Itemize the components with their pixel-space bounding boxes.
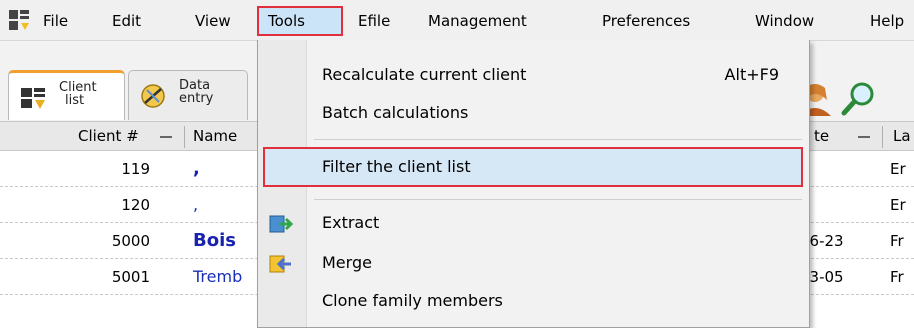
cell-name: Tremb — [193, 267, 243, 286]
menu-help[interactable]: Help — [870, 11, 904, 31]
cell-lang: Fr — [890, 268, 904, 286]
cell-name: , — [193, 195, 199, 214]
menu-item-label: Filter the client list — [322, 157, 471, 176]
cell-name: Bois — [193, 230, 236, 251]
menu-window[interactable]: Window — [755, 11, 814, 31]
cell-lang: Fr — [890, 232, 904, 250]
cell-client-num: 5000 — [111, 232, 150, 250]
menu-item-label: Recalculate current client — [322, 65, 527, 84]
menu-item-merge[interactable]: Merge — [258, 246, 809, 280]
menu-file[interactable]: File — [43, 11, 68, 31]
tab-data-entry-label: Data entry — [179, 78, 214, 106]
menu-item-clone-family-members[interactable]: Clone family members — [258, 284, 809, 318]
tools-dropdown-menu: Recalculate current client Alt+F9 Batch … — [257, 40, 810, 328]
merge-icon — [269, 255, 291, 273]
header-divider[interactable] — [882, 126, 883, 148]
menu-item-label: Clone family members — [322, 291, 503, 310]
menu-item-shortcut: Alt+F9 — [724, 65, 779, 84]
menu-item-label: Merge — [322, 253, 372, 272]
cell-client-num: 119 — [121, 160, 150, 178]
header-divider[interactable] — [184, 126, 185, 148]
extract-icon — [269, 215, 293, 233]
header-lang[interactable]: La — [893, 127, 911, 145]
menu-item-batch-calculations[interactable]: Batch calculations — [258, 96, 809, 130]
cell-client-num: 5001 — [111, 268, 150, 286]
menu-item-label: Batch calculations — [322, 103, 469, 122]
header-client-num[interactable]: Client # — [78, 127, 139, 145]
menu-separator — [314, 199, 802, 200]
menu-bar: File Edit View Tools Efile Management Pr… — [0, 0, 914, 41]
tab-client-list[interactable]: Client list — [8, 70, 125, 120]
menu-tools[interactable]: Tools — [268, 11, 305, 31]
search-icon[interactable] — [838, 80, 878, 116]
menu-separator — [314, 139, 802, 140]
menu-edit[interactable]: Edit — [112, 11, 141, 31]
app-grid-icon — [9, 10, 29, 30]
cell-client-num: 120 — [121, 196, 150, 214]
data-entry-icon — [141, 84, 165, 108]
cell-lang: Er — [890, 160, 906, 178]
tab-data-entry[interactable]: Data entry — [128, 70, 248, 120]
header-date[interactable]: te — [814, 127, 829, 145]
cell-name: , — [193, 158, 200, 179]
menu-item-label: Extract — [322, 213, 380, 232]
menu-preferences[interactable]: Preferences — [602, 11, 690, 31]
menu-item-extract[interactable]: Extract — [258, 206, 809, 240]
menu-item-recalculate[interactable]: Recalculate current client Alt+F9 — [258, 58, 809, 92]
tab-client-list-label: Client list — [59, 80, 97, 108]
client-list-icon — [21, 88, 45, 109]
header-sep — [858, 136, 870, 138]
header-name[interactable]: Name — [193, 127, 237, 145]
header-sep — [160, 136, 172, 138]
menu-view[interactable]: View — [195, 11, 231, 31]
menu-efile[interactable]: Efile — [358, 11, 390, 31]
menu-item-filter-client-list[interactable]: Filter the client list — [258, 150, 809, 184]
menu-management[interactable]: Management — [428, 11, 527, 31]
cell-lang: Er — [890, 196, 906, 214]
